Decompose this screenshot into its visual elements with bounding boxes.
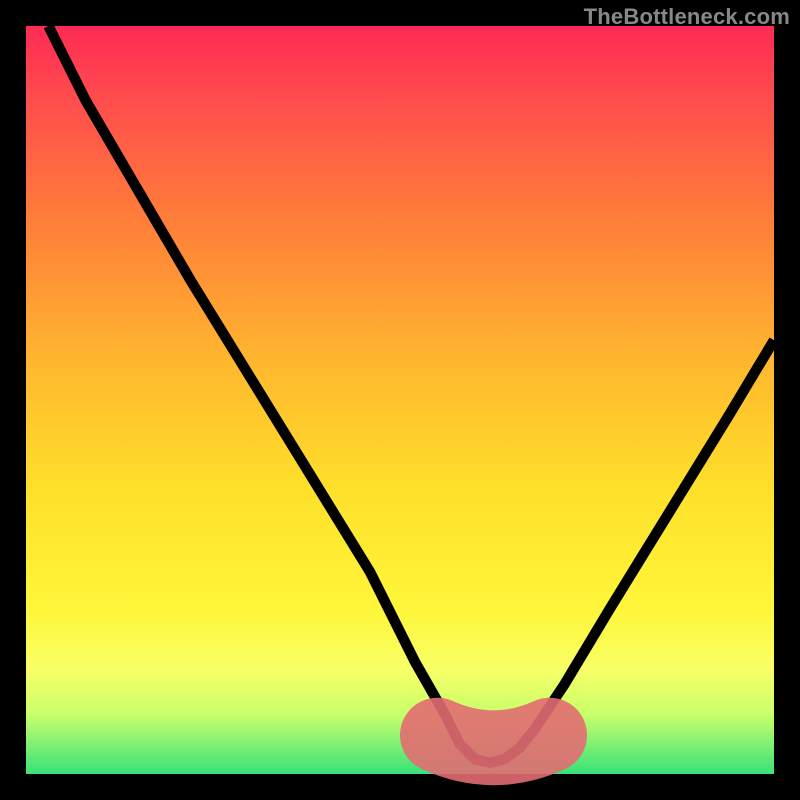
optimal-zone-marker	[437, 735, 549, 748]
chart-frame: TheBottleneck.com	[0, 0, 800, 800]
plot-area	[26, 26, 774, 774]
bottleneck-curve-svg	[26, 26, 774, 774]
bottleneck-curve-line	[48, 26, 774, 763]
